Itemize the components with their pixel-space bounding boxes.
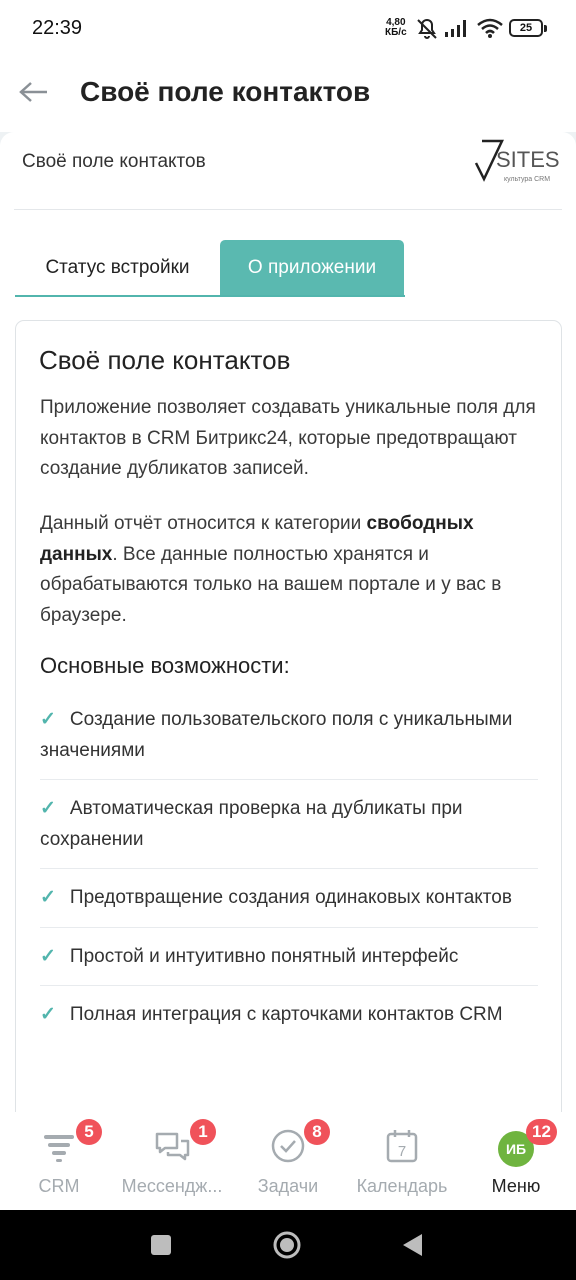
tab-about[interactable]: О приложении [220,240,404,295]
nav-item-calendar[interactable]: 7 Календарь [348,1112,456,1210]
back-button[interactable] [398,1230,428,1260]
about-paragraph-1: Приложение позволяет создавать уникальны… [40,397,536,479]
calendar-icon: 7 [386,1130,418,1163]
nav-label-menu: Меню [491,1176,541,1196]
nav-item-tasks[interactable]: 8 Задачи [242,1112,334,1210]
paragraph-2-start: Данный отчёт относится к категории [40,513,367,534]
feature-item: ✓ Создание пользовательского поля с уника… [40,691,538,780]
tab-status[interactable]: Статус встройки [15,240,220,295]
battery-level: 25 [519,22,533,34]
recents-button[interactable] [146,1230,176,1260]
app-bar: Своё поле контактов [0,58,576,132]
messenger-badge: 1 [190,1119,216,1145]
feature-item: ✓ Простой и интуитивно понятный интерфейс [40,928,538,986]
nav-item-menu[interactable]: ИБ 12 Меню [476,1112,557,1210]
system-nav-bar [0,1210,576,1280]
features-title: Основные возможности: [40,653,290,678]
about-card: Своё поле контактов Приложение позволяет… [15,320,562,1112]
calendar-day: 7 [398,1143,406,1160]
feature-text: Предотвращение создания одинаковых конта… [69,887,512,908]
feature-text: Полная интеграция с карточками контактов… [69,1004,503,1025]
tasks-badge: 8 [304,1119,330,1145]
feature-text: Создание пользовательского поля с уникал… [40,709,513,761]
crm-badge: 5 [76,1119,102,1145]
about-paragraph-2: Данный отчёт относится к категории свобо… [40,509,540,631]
bottom-nav: 5 CRM 1 Мессендж... 8 Задачи 7 Календарь… [0,1112,576,1210]
network-speed-unit: КБ/с [385,27,407,38]
app-content: Своё поле контактов SITES культура CRM С… [0,132,576,1112]
app-name: Своё поле контактов [22,151,206,172]
nav-item-crm[interactable]: 5 CRM [14,1112,104,1210]
about-title: Своё поле контактов [39,345,291,375]
check-icon: ✓ [40,1004,56,1025]
tab-underline [15,295,405,297]
nav-label-tasks: Задачи [257,1176,319,1196]
signal-icon [445,20,466,37]
logo-text: SITES [496,147,560,172]
check-icon: ✓ [40,798,56,819]
status-bar: 22:39 4,80 КБ/с 25 [0,0,576,58]
check-icon: ✓ [40,709,56,730]
feature-text: Простой и интуитивно понятный интерфейс [69,945,459,967]
network-speed: 4,80 КБ/с [385,18,407,38]
chat-icon [155,1132,190,1161]
mute-icon [417,18,437,39]
nav-label-crm: CRM [38,1176,80,1196]
feature-item: ✓ Полная интеграция с карточками контакто… [40,986,538,1044]
app-logo: SITES культура CRM [474,139,560,183]
feature-item: ✓ Предотвращение создания одинаковых конт… [40,869,538,928]
page-title: Своё поле контактов [80,76,371,107]
arrow-left-icon [19,82,47,102]
tab-bar: Статус встройки О приложении [15,240,561,297]
home-button[interactable] [272,1230,302,1260]
battery-icon: 25 [509,19,547,37]
crm-funnel-icon [44,1135,74,1162]
app-header: Своё поле контактов SITES культура CRM [14,132,562,210]
nav-label-messenger: Мессендж... [121,1176,223,1196]
logo-subtext: культура CRM [504,176,550,183]
check-icon: ✓ [40,887,56,908]
back-button[interactable] [12,70,56,114]
status-time: 22:39 [32,17,83,39]
feature-item: ✓ Автоматическая проверка на дубликаты пр… [40,780,538,869]
check-icon: ✓ [40,945,56,967]
features-list: ✓ Создание пользовательского поля с уника… [40,691,538,1044]
task-check-icon [271,1129,305,1163]
wifi-icon [477,18,503,38]
nav-label-calendar: Календарь [356,1176,448,1196]
feature-text: Автоматическая проверка на дубликаты при… [40,798,463,850]
nav-item-messenger[interactable]: 1 Мессендж... [112,1112,232,1210]
menu-badge: 12 [526,1119,557,1145]
